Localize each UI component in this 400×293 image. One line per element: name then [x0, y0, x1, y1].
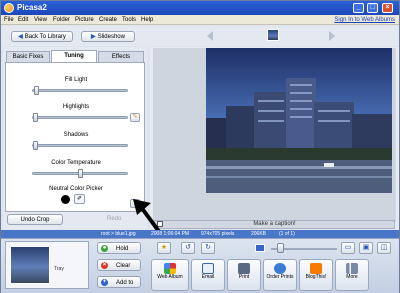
edit-toolbar: ★ ↺ ↻ ▭ ▣ ◫ — [151, 242, 399, 256]
eyedropper-icon[interactable]: ✐ — [74, 194, 85, 204]
tab-tuning[interactable]: Tuning — [51, 50, 97, 62]
caption-field[interactable]: Make a caption! — [154, 220, 395, 229]
compare-view-icon[interactable]: ◫ — [377, 242, 391, 254]
fit-view-icon[interactable]: ▭ — [341, 242, 355, 254]
photo-city-skyline[interactable] — [206, 48, 392, 193]
menu-tools[interactable]: Tools — [122, 16, 136, 24]
menu-edit[interactable]: Edit — [18, 16, 28, 24]
web-album-icon — [164, 263, 176, 274]
undo-crop-button[interactable]: Undo Crop — [7, 214, 63, 225]
color-temperature-label: Color Temperature — [51, 160, 101, 166]
fill-light-slider[interactable] — [32, 86, 128, 95]
back-arrow-icon: ◀ — [18, 34, 23, 40]
more-button[interactable]: More — [335, 259, 369, 291]
picasa-window: Picasa2 _ □ × File Edit View Folder Pict… — [0, 0, 400, 293]
menu-file[interactable]: File — [4, 16, 14, 24]
sign-in-link[interactable]: Sign In to Web Albums — [334, 16, 395, 24]
picasa-logo-icon — [4, 3, 14, 13]
clear-icon: × — [101, 262, 108, 269]
print-button[interactable]: Print — [227, 259, 261, 291]
color-temperature-slider[interactable] — [32, 169, 128, 178]
email-button[interactable]: Email — [191, 259, 225, 291]
highlights-label: Highlights — [62, 104, 90, 110]
tab-effects[interactable]: Effects — [98, 51, 144, 62]
slideshow-button[interactable]: ▶ Slideshow — [81, 31, 135, 42]
menu-picture[interactable]: Picture — [75, 16, 94, 24]
menu-folder[interactable]: Folder — [53, 16, 70, 24]
tray-box: Tray — [5, 241, 89, 289]
blogthis-button[interactable]: BlogThis! — [299, 259, 333, 291]
photo-viewer — [150, 47, 399, 229]
order-prints-button[interactable]: Order Prints — [263, 259, 297, 291]
clear-button[interactable]: × Clear — [97, 259, 141, 271]
status-count: (1 of 1) — [279, 231, 295, 237]
highlights-slider[interactable] — [32, 113, 128, 122]
zoom-knob[interactable] — [277, 243, 284, 253]
tab-basic-fixes[interactable]: Basic Fixes — [6, 51, 50, 62]
title-bar: Picasa2 _ □ × — [1, 1, 399, 15]
status-path: root > blue1.jpg — [101, 231, 136, 237]
previous-photo-arrow-icon[interactable] — [207, 31, 213, 41]
menu-help[interactable]: Help — [141, 16, 153, 24]
edit-panel: Basic Fixes Tuning Effects Fill Light Hi… — [3, 47, 147, 229]
globe-icon — [274, 263, 286, 274]
actual-size-icon[interactable]: ▣ — [359, 242, 373, 254]
back-to-library-button[interactable]: ◀ Back To Library — [11, 31, 73, 42]
color-temperature-knob[interactable] — [78, 169, 83, 178]
neutral-color-swatch — [61, 195, 70, 204]
zoom-photo-icon — [255, 244, 265, 252]
status-filesize: 206KB — [251, 231, 267, 237]
blogger-icon — [310, 263, 322, 274]
hold-icon: ● — [101, 245, 108, 252]
more-icon — [346, 263, 358, 274]
menu-bar: File Edit View Folder Picture Create Too… — [1, 15, 399, 25]
highlights-knob[interactable] — [33, 113, 38, 122]
rotate-right-icon[interactable]: ↻ — [201, 242, 215, 254]
fill-light-label: Fill Light — [64, 77, 88, 83]
close-button[interactable]: × — [382, 3, 393, 13]
rotate-left-icon[interactable]: ↺ — [181, 242, 195, 254]
maximize-button[interactable]: □ — [367, 3, 378, 13]
top-toolbar: ◀ Back To Library ▶ Slideshow — [1, 26, 399, 46]
play-icon: ▶ — [91, 34, 96, 40]
web-album-button[interactable]: Web Album — [151, 259, 189, 291]
star-icon[interactable]: ★ — [157, 242, 171, 254]
menu-create[interactable]: Create — [99, 16, 117, 24]
status-bar: root > blue1.jpg 2008 1:06:04 PM 974x705… — [1, 230, 399, 238]
hold-button[interactable]: ● Hold — [97, 242, 141, 254]
shadows-label: Shadows — [63, 132, 89, 138]
shadows-knob[interactable] — [33, 141, 38, 150]
redo-button[interactable]: Redo — [107, 216, 121, 222]
filmstrip-thumbnail[interactable] — [267, 29, 279, 41]
status-dimensions: 974x705 pixels — [201, 231, 235, 237]
next-photo-arrow-icon[interactable] — [329, 31, 335, 41]
window-title: Picasa2 — [17, 3, 47, 12]
tray-thumbnail[interactable] — [10, 246, 50, 284]
printer-icon — [238, 263, 250, 274]
menu-view[interactable]: View — [34, 16, 47, 24]
email-icon — [202, 263, 214, 274]
tuning-panel: Fill Light Highlights ✎ Shadows Color Te… — [5, 62, 145, 212]
minimize-button[interactable]: _ — [353, 3, 364, 13]
shadows-slider[interactable] — [32, 141, 128, 150]
photo-frame — [153, 48, 396, 222]
neutral-color-picker-label: Neutral Color Picker — [49, 186, 103, 192]
status-date: 2008 1:06:04 PM — [151, 231, 190, 237]
fill-light-knob[interactable] — [34, 86, 39, 95]
tray-label: Tray — [54, 266, 64, 272]
add-to-button[interactable]: + Add to — [97, 276, 141, 288]
auto-contrast-wand-icon[interactable]: ✎ — [130, 113, 140, 122]
add-to-icon: + — [101, 279, 108, 286]
